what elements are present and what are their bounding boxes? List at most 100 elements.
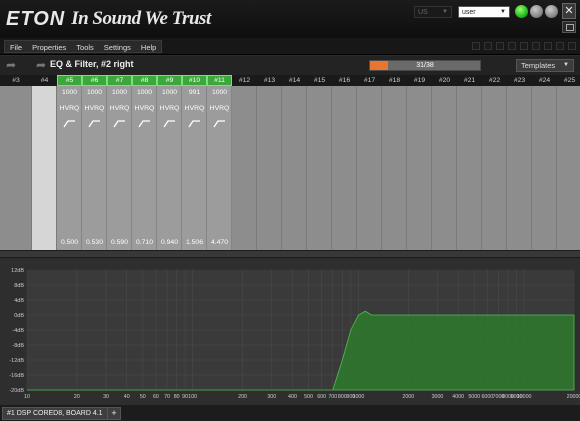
x-tick-label: 20000 [567, 394, 580, 400]
channel-tab-row: #3 #4 #5 #6 #7 #8 #9 #10 #11 #12 #13 #14 #15 #16 #17 #1… [0, 75, 580, 86]
channel-tab[interactable]: #24 [532, 75, 557, 86]
x-tick-label: 10000 [517, 394, 532, 400]
channel-tab[interactable]: #17 [357, 75, 382, 86]
filter-q-value[interactable]: 0.940 [157, 239, 182, 246]
menu-file[interactable]: File [5, 41, 27, 52]
filter-column[interactable]: 1000 HVRQ 0.940 [157, 86, 182, 250]
menu-tools[interactable]: Tools [71, 41, 99, 52]
channel-tab[interactable]: #13 [257, 75, 282, 86]
toolbar-shortcuts [472, 42, 576, 50]
shortcut-button[interactable] [472, 42, 480, 50]
title-bar: ETON In Sound We Trust US ▼ user ▼ ✕ [0, 0, 580, 38]
filter-frequency[interactable]: 991 [182, 89, 207, 96]
frequency-response-svg: 12dB 8dB 4dB 0dB -4dB -8dB -12dB -16dB -20dB10 20… [9, 268, 580, 400]
shortcut-button[interactable] [496, 42, 504, 50]
add-tab-button[interactable]: + [107, 407, 121, 420]
channel-tab[interactable]: #25 [557, 75, 580, 86]
filter-q-value[interactable]: 4.470 [207, 239, 232, 246]
menu-bar: File Properties Tools Settings Help [0, 38, 580, 55]
channel-tab[interactable]: #8 [132, 75, 157, 86]
restore-window-button[interactable] [562, 21, 576, 33]
channel-tab[interactable]: #7 [107, 75, 132, 86]
channel-tab[interactable]: #15 [307, 75, 332, 86]
channel-tab[interactable]: #23 [507, 75, 532, 86]
menu-properties[interactable]: Properties [27, 41, 71, 52]
user-select[interactable]: user ▼ [458, 6, 510, 18]
filter-type[interactable]: HVRQ [82, 105, 107, 112]
filter-type[interactable]: HVRQ [157, 105, 182, 112]
shortcut-button[interactable] [508, 42, 516, 50]
filter-column[interactable]: 1000 HVRQ 0.710 [132, 86, 157, 250]
close-button[interactable]: ✕ [562, 3, 576, 19]
selected-channel-column[interactable] [32, 86, 56, 250]
x-tick-label: 30 [103, 394, 109, 400]
filter-q-value[interactable]: 0.590 [107, 239, 132, 246]
y-tick-label: -8dB [12, 343, 24, 349]
shortcut-button[interactable] [520, 42, 528, 50]
channel-tab[interactable]: #12 [232, 75, 257, 86]
language-select[interactable]: US ▼ [414, 6, 452, 18]
filter-type[interactable]: HVRQ [107, 105, 132, 112]
channel-tab[interactable]: #6 [82, 75, 107, 86]
channel-tab[interactable]: #11 [207, 75, 232, 86]
channel-tab[interactable]: #5 [57, 75, 82, 86]
x-tick-label: 2000 [402, 394, 414, 400]
status-indicator-2[interactable] [530, 5, 543, 18]
shortcut-button[interactable] [556, 42, 564, 50]
filter-type[interactable]: HVRQ [132, 105, 157, 112]
connection-status-indicator[interactable] [515, 5, 528, 18]
filter-frequency[interactable]: 1000 [107, 89, 132, 96]
highpass-slope-icon [88, 120, 100, 128]
filter-column[interactable]: 1000 HVRQ 0.500 [57, 86, 82, 250]
board-tab[interactable]: #1 DSP CORED8, BOARD 4.1 [2, 407, 108, 420]
filter-frequency[interactable]: 1000 [157, 89, 182, 96]
filter-q-value[interactable]: 0.500 [57, 239, 82, 246]
channel-tab[interactable]: #9 [157, 75, 182, 86]
filter-q-value[interactable]: 0.710 [132, 239, 157, 246]
shortcut-button[interactable] [544, 42, 552, 50]
filter-column[interactable]: 1000 HVRQ 4.470 [207, 86, 232, 250]
channel-tab[interactable]: #3 [0, 75, 32, 86]
filter-type[interactable]: HVRQ [57, 105, 82, 112]
menu-help[interactable]: Help [136, 41, 161, 52]
filter-column[interactable]: 1000 HVRQ 0.590 [107, 86, 132, 250]
shortcut-button[interactable] [568, 42, 576, 50]
channel-tab[interactable]: #4 [32, 75, 57, 86]
filter-frequency[interactable]: 1000 [132, 89, 157, 96]
status-indicator-3[interactable] [545, 5, 558, 18]
channel-tab[interactable]: #16 [332, 75, 357, 86]
channel-tab[interactable]: #19 [407, 75, 432, 86]
filter-type[interactable]: HVRQ [182, 105, 207, 112]
filter-frequency[interactable]: 1000 [207, 89, 232, 96]
channel-tab[interactable]: #18 [382, 75, 407, 86]
logo-slogan: In Sound We Trust [71, 8, 211, 29]
channel-tab[interactable]: #20 [432, 75, 457, 86]
templates-dropdown[interactable]: Templates ▼ [516, 59, 574, 72]
filter-column[interactable]: 1000 HVRQ 0.530 [82, 86, 107, 250]
logo-brand: ETON [6, 7, 66, 30]
channel-tab[interactable]: #14 [282, 75, 307, 86]
filter-column[interactable]: 991 HVRQ 1.506 [182, 86, 207, 250]
channel-tab[interactable]: #10 [182, 75, 207, 86]
menu-settings[interactable]: Settings [99, 41, 136, 52]
filter-frequency[interactable]: 1000 [57, 89, 82, 96]
filter-type[interactable]: HVRQ [207, 105, 232, 112]
x-tick-label: 600 [317, 394, 326, 400]
forward-arrow-icon[interactable]: ➦ [34, 59, 48, 71]
frequency-response-graph[interactable]: 12dB 8dB 4dB 0dB -4dB -8dB -12dB -16dB -20dB 10 20… [0, 259, 580, 405]
y-tick-label: 4dB [14, 298, 24, 304]
filter-q-value[interactable]: 1.506 [182, 239, 207, 246]
highpass-slope-icon [63, 120, 75, 128]
user-value: user [462, 8, 476, 16]
x-tick-label: 50 [140, 394, 146, 400]
shortcut-button[interactable] [484, 42, 492, 50]
bottom-tab-bar: #1 DSP CORED8, BOARD 4.1 + [0, 405, 580, 421]
filter-q-value[interactable]: 0.530 [82, 239, 107, 246]
shortcut-button[interactable] [532, 42, 540, 50]
grid-column [432, 86, 457, 250]
back-arrow-icon[interactable]: ➦ [4, 59, 18, 71]
channel-tab[interactable]: #21 [457, 75, 482, 86]
filter-frequency[interactable]: 1000 [82, 89, 107, 96]
panel-splitter[interactable] [0, 250, 580, 258]
channel-tab[interactable]: #22 [482, 75, 507, 86]
